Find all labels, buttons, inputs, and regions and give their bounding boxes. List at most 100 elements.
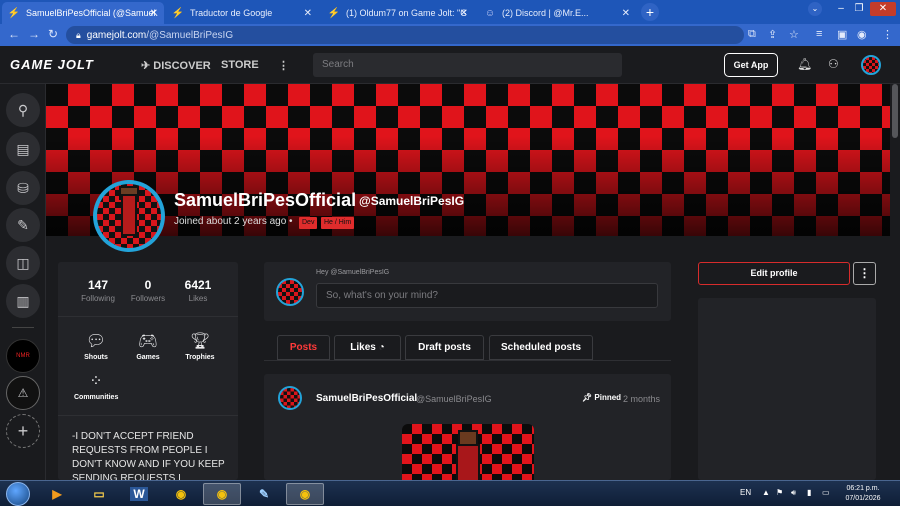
maximize-button[interactable]: ❐ xyxy=(850,2,868,16)
profile-name: SamuelBriPesOfficial xyxy=(174,190,357,210)
rail-quests-icon[interactable]: ✎ xyxy=(6,208,40,242)
stat-following[interactable]: 147 Following xyxy=(73,278,123,303)
reading-list-icon[interactable]: ≡ xyxy=(816,28,822,40)
paint-icon[interactable]: ✎ xyxy=(245,483,283,505)
games-link[interactable]: 🎮︎ Games xyxy=(126,331,170,361)
user-avatar[interactable] xyxy=(861,55,881,75)
hidden-eye-icon: ◔ xyxy=(378,342,385,353)
trophies-link[interactable]: 🏆︎ Trophies xyxy=(178,331,222,361)
reload-icon[interactable]: ↻ xyxy=(48,27,58,41)
forward-icon[interactable]: → xyxy=(28,27,40,41)
add-community-icon[interactable]: + xyxy=(6,414,40,448)
post-author-name[interactable]: SamuelBriPesOfficial xyxy=(316,393,417,404)
shouts-link[interactable]: 💬︎ Shouts xyxy=(74,331,118,361)
chrome-window-2-icon[interactable]: ◉ xyxy=(286,483,324,505)
friends-icon[interactable]: ⚇ xyxy=(828,57,839,71)
browser-menu-icon[interactable]: ⋮ xyxy=(882,28,893,41)
tab-title: Traductor de Google xyxy=(190,8,273,18)
share-icon[interactable]: ⇪ xyxy=(768,28,777,41)
more-menu-icon[interactable]: ⋮ xyxy=(278,59,289,72)
tab-likes[interactable]: Likes ◔ xyxy=(334,335,401,360)
flag-icon[interactable]: ⚑ xyxy=(776,488,783,497)
notifications-bell-icon[interactable]: 🔔︎ xyxy=(797,57,812,71)
language-indicator[interactable]: EN xyxy=(740,488,751,497)
translate-page-icon[interactable]: ⧉ xyxy=(748,28,756,41)
back-icon[interactable]: ← xyxy=(8,27,20,41)
tag-pronouns: He / Him xyxy=(321,217,355,229)
file-explorer-icon[interactable]: ▭ xyxy=(80,483,118,505)
edit-profile-button[interactable]: Edit profile xyxy=(698,262,850,285)
store-link[interactable]: STORE xyxy=(221,59,259,71)
community-badge-icon[interactable]: ⚠ xyxy=(6,376,40,410)
right-sidebar-card xyxy=(698,298,876,480)
communities-link[interactable]: ⁘ Communities xyxy=(74,371,118,401)
minimize-button[interactable]: – xyxy=(832,2,850,16)
page-scrollbar[interactable] xyxy=(892,84,898,138)
close-icon[interactable]: ✕ xyxy=(460,8,468,19)
word-icon[interactable]: W xyxy=(120,483,158,505)
post-author-avatar[interactable] xyxy=(278,386,302,410)
shouts-icon: 💬︎ xyxy=(85,333,107,350)
composer-input[interactable]: So, what's on your mind? xyxy=(316,283,658,308)
left-rail: ⚲ ▤ ⛁ ✎ ◫ ▥ NMR ⚠ + xyxy=(0,84,46,480)
profile-handle: @SamuelBriPesIG xyxy=(359,194,465,208)
rail-library-icon[interactable]: ▥ xyxy=(6,284,40,318)
pin-icon: 📌︎ xyxy=(582,393,593,402)
profile-avatar[interactable] xyxy=(93,180,165,252)
post-image[interactable] xyxy=(402,424,534,480)
battery-icon[interactable]: ▭ xyxy=(822,488,830,497)
pinned-badge: 📌︎ Pinned xyxy=(582,393,622,402)
post-time[interactable]: 2 months xyxy=(623,394,660,404)
separator-dot: • xyxy=(289,216,293,227)
tab-draft-posts[interactable]: Draft posts xyxy=(405,335,484,360)
side-panel-icon[interactable]: ▣ xyxy=(837,28,847,41)
gamejolt-icon: ⚡ xyxy=(327,7,341,19)
gamejolt-logo[interactable]: GAME JOLT xyxy=(10,57,94,72)
rail-inventory-icon[interactable]: ⛁ xyxy=(6,171,40,205)
community-nightmare-icon[interactable]: NMR xyxy=(6,339,40,373)
tab-scheduled-posts[interactable]: Scheduled posts xyxy=(489,335,593,360)
discover-link[interactable]: ✈︎ DISCOVER xyxy=(141,59,211,72)
profile-joined: Joined about 2 years ago xyxy=(174,216,287,227)
gamepad-icon: 🎮︎ xyxy=(137,333,159,350)
browser-tab-oldum[interactable]: ⚡ (1) Oldum77 on Game Jolt: "Gam... ✕ xyxy=(322,2,474,24)
trophy-icon: 🏆︎ xyxy=(189,333,211,350)
stat-followers[interactable]: 0 Followers xyxy=(123,278,173,303)
tab-posts[interactable]: Posts xyxy=(277,335,330,360)
rail-divider xyxy=(12,327,34,328)
search-input[interactable]: Search xyxy=(313,53,622,77)
bookmark-star-icon[interactable]: ☆ xyxy=(789,28,799,41)
show-hidden-icons-icon[interactable]: ▲ xyxy=(762,488,770,497)
post-author-handle: @SamuelBriPesIG xyxy=(416,394,492,404)
rail-store-icon[interactable]: ▤ xyxy=(6,132,40,166)
profile-avatar-icon[interactable]: ◉ xyxy=(857,28,867,41)
discover-icon: ✈︎ xyxy=(141,60,154,72)
start-button[interactable] xyxy=(6,482,30,506)
stat-likes[interactable]: 6421 Likes xyxy=(173,278,223,303)
tag-dev: Dev xyxy=(299,217,318,229)
network-icon[interactable]: ▮ xyxy=(807,488,811,497)
get-app-button[interactable]: Get App xyxy=(724,53,778,77)
system-clock[interactable]: 06:21 p.m. 07/01/2026 xyxy=(840,484,886,504)
chrome-window-icon[interactable]: ◉ xyxy=(203,483,241,505)
tabs-divider xyxy=(264,360,671,361)
close-icon[interactable]: ✕ xyxy=(150,8,158,19)
rail-backpack-icon[interactable]: ◫ xyxy=(6,246,40,280)
address-bar[interactable]: 🔒︎ gamejolt.com/@SamuelBriPesIG xyxy=(66,26,744,44)
new-tab-button[interactable]: + xyxy=(641,3,659,21)
windows-taskbar: ▶ ▭ W ◉ ◉ ✎ ◉ EN ▲ ⚑ 🔊︎ ▮ ▭ 06:21 p.m. 0… xyxy=(0,480,900,506)
composer-avatar xyxy=(276,278,304,306)
divider xyxy=(58,316,238,317)
volume-icon[interactable]: 🔊︎ xyxy=(791,488,796,498)
more-options-button[interactable]: ⋮ xyxy=(853,262,876,285)
close-icon[interactable]: ✕ xyxy=(622,8,630,19)
chrome-icon[interactable]: ◉ xyxy=(162,483,200,505)
browser-tab-discord[interactable]: ☺ (2) Discord | @Mr.E... ✕ xyxy=(478,2,636,24)
tab-search-button[interactable]: ⌄ xyxy=(808,2,822,16)
close-icon[interactable]: ✕ xyxy=(304,8,312,19)
window-close-button[interactable]: ✕ xyxy=(870,2,896,16)
browser-tab-translate[interactable]: ⚡ Traductor de Google ✕ xyxy=(166,2,318,24)
media-player-icon[interactable]: ▶ xyxy=(38,483,76,505)
browser-tab-gamejolt-profile[interactable]: ⚡ SamuelBriPesOfficial (@Samuel... ✕ xyxy=(2,2,164,24)
rail-home-icon[interactable]: ⚲ xyxy=(6,93,40,127)
